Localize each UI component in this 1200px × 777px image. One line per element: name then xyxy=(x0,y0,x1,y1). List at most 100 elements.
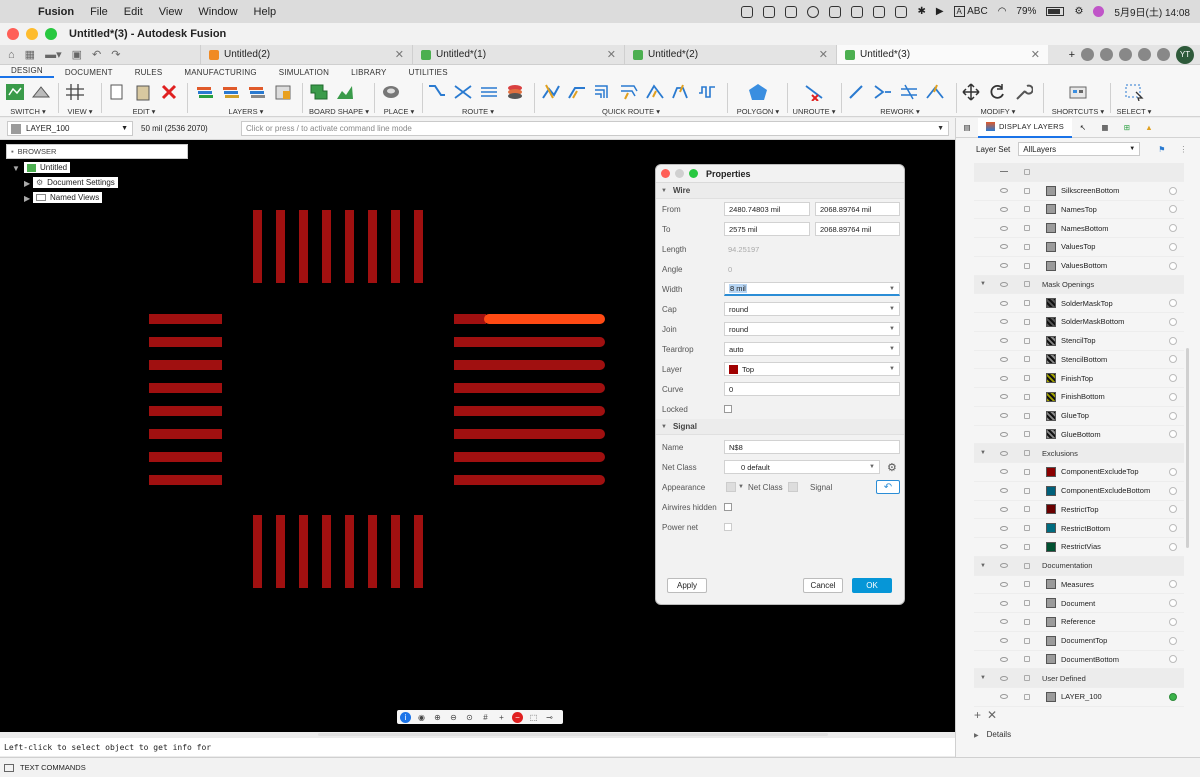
gear-icon[interactable]: ⚙ xyxy=(887,461,897,474)
eye-icon[interactable] xyxy=(1000,694,1008,700)
board-chart-icon[interactable] xyxy=(334,82,356,102)
close-dialog-button[interactable] xyxy=(661,169,670,178)
to-x-field[interactable]: 2575 mil xyxy=(724,222,810,236)
lock-icon[interactable] xyxy=(1024,412,1030,419)
unroute-group[interactable]: UNROUTE ▾ xyxy=(792,79,836,117)
layer-row[interactable]: RestrictBottom xyxy=(974,519,1184,538)
place-component-icon[interactable] xyxy=(380,82,402,102)
shortcuts-icon[interactable] xyxy=(1067,82,1089,102)
active-layer-radio[interactable] xyxy=(1169,524,1177,533)
lock-icon[interactable] xyxy=(1024,318,1030,325)
active-layer-radio[interactable] xyxy=(1169,430,1177,439)
eye-icon[interactable] xyxy=(1000,600,1008,606)
lock-icon[interactable] xyxy=(1024,375,1030,382)
via-icon[interactable] xyxy=(504,82,526,102)
airwires-hidden-checkbox[interactable] xyxy=(724,503,732,511)
active-layer-radio[interactable] xyxy=(1169,261,1177,270)
expand-arrow-icon[interactable]: ▶ xyxy=(24,179,30,188)
rework-tool-icon[interactable] xyxy=(924,82,946,102)
layer-row[interactable]: Document xyxy=(974,594,1184,613)
eye-icon[interactable] xyxy=(1000,375,1008,381)
chevron-down-icon[interactable]: ▼ xyxy=(937,125,944,132)
smd-pad[interactable] xyxy=(253,515,262,588)
active-layer-radio[interactable] xyxy=(1169,542,1177,551)
details-section[interactable]: ▶ Details xyxy=(974,730,1011,739)
layer-row[interactable]: RestrictVias xyxy=(974,538,1184,557)
layer-group-row[interactable]: ▼ Documentation xyxy=(974,556,1184,576)
layers-group[interactable]: LAYERS ▾ xyxy=(194,79,298,117)
new-tab-icon[interactable]: + xyxy=(1069,49,1075,61)
more-icon[interactable]: ⋮ xyxy=(1179,145,1187,154)
edit-group[interactable]: EDIT ▾ xyxy=(106,79,182,117)
layer-row[interactable]: Reference xyxy=(974,613,1184,632)
smd-pad[interactable] xyxy=(322,210,331,283)
browser-named-views[interactable]: Named Views xyxy=(33,192,103,203)
layer-color-swatch[interactable] xyxy=(1046,241,1056,252)
from-y-field[interactable]: 2068.89764 mil xyxy=(815,202,900,216)
layer-select[interactable]: Top ▼ xyxy=(724,362,900,376)
layer-row[interactable]: ComponentExcludeBottom xyxy=(974,482,1184,501)
eye-icon[interactable] xyxy=(1000,281,1008,287)
chevron-down-icon[interactable]: ▼ xyxy=(889,286,895,292)
delete-icon[interactable] xyxy=(158,82,180,102)
switch-3d-icon[interactable] xyxy=(30,82,52,102)
smd-pad-trace[interactable] xyxy=(454,475,605,485)
smd-pad-trace[interactable] xyxy=(454,452,605,462)
close-tab-icon[interactable]: ✕ xyxy=(819,48,828,61)
layer-color-swatch[interactable] xyxy=(1046,410,1056,421)
lock-icon[interactable] xyxy=(1024,243,1030,250)
move-icon[interactable] xyxy=(960,82,982,102)
layer-color-swatch[interactable] xyxy=(1046,485,1056,496)
dialog-titlebar[interactable]: Properties xyxy=(656,165,904,183)
help-icon[interactable] xyxy=(1157,48,1170,61)
differential-pair-icon[interactable] xyxy=(478,82,500,102)
layer-row[interactable]: ValuesTop xyxy=(974,238,1184,257)
smd-pad[interactable] xyxy=(391,210,400,283)
status-icon[interactable] xyxy=(895,5,908,18)
smd-pad[interactable] xyxy=(149,360,222,370)
lock-icon[interactable] xyxy=(1024,656,1030,663)
status-icon[interactable] xyxy=(785,5,798,18)
select-group[interactable]: SELECT ▾ xyxy=(1114,79,1154,117)
layer-row[interactable]: FinishTop xyxy=(974,369,1184,388)
layer-set-edit-icon[interactable]: ⚑ xyxy=(1158,145,1165,154)
browser-panel-header[interactable]: ▪ BROWSER xyxy=(6,144,188,159)
expand-arrow-icon[interactable]: ▼ xyxy=(980,450,986,456)
eye-icon[interactable] xyxy=(1000,619,1008,625)
layer-color-swatch[interactable] xyxy=(1046,335,1056,346)
grid-icon[interactable] xyxy=(64,82,86,102)
eye-icon[interactable] xyxy=(1000,450,1008,456)
eye-icon[interactable] xyxy=(1000,675,1008,681)
view-group[interactable]: VIEW ▾ xyxy=(64,79,96,117)
eye-icon[interactable] xyxy=(1000,413,1008,419)
switch-schematic-icon[interactable] xyxy=(4,82,26,102)
unroute-icon[interactable] xyxy=(803,82,825,102)
route-icon[interactable] xyxy=(426,82,448,102)
horizontal-scrollbar[interactable] xyxy=(318,733,828,736)
active-layer-radio[interactable] xyxy=(1169,486,1177,495)
online-icon[interactable] xyxy=(1119,48,1132,61)
active-layer-radio[interactable] xyxy=(1169,505,1177,514)
eye-icon[interactable] xyxy=(1000,188,1008,194)
status-icon[interactable] xyxy=(851,5,864,18)
layer-row[interactable]: SolderMaskBottom xyxy=(974,313,1184,332)
lock-icon[interactable] xyxy=(1024,525,1030,532)
lock-icon[interactable] xyxy=(1024,281,1030,288)
info-icon[interactable]: i xyxy=(400,711,411,723)
browser-root[interactable]: Untitled xyxy=(24,162,71,173)
doc-tab-active[interactable]: Untitled*(3) ✕ xyxy=(836,45,1048,64)
layer-color-swatch[interactable] xyxy=(1046,504,1056,515)
smd-pad[interactable] xyxy=(149,406,222,416)
eye-icon[interactable] xyxy=(1000,225,1008,231)
tab-design[interactable]: DESIGN xyxy=(0,66,54,78)
warning-icon[interactable]: ▲ xyxy=(1138,118,1160,138)
close-window-button[interactable] xyxy=(7,28,19,40)
eye-icon[interactable] xyxy=(1000,525,1008,531)
layer-color-swatch[interactable] xyxy=(1046,373,1056,384)
tab-utilities[interactable]: UTILITIES xyxy=(398,68,459,77)
lock-icon[interactable] xyxy=(1024,262,1030,269)
layer-color-swatch[interactable] xyxy=(1046,598,1056,609)
teardrop-select[interactable]: auto ▼ xyxy=(724,342,900,356)
polygon-icon[interactable] xyxy=(747,82,769,102)
layer-color-swatch[interactable] xyxy=(1046,654,1056,665)
